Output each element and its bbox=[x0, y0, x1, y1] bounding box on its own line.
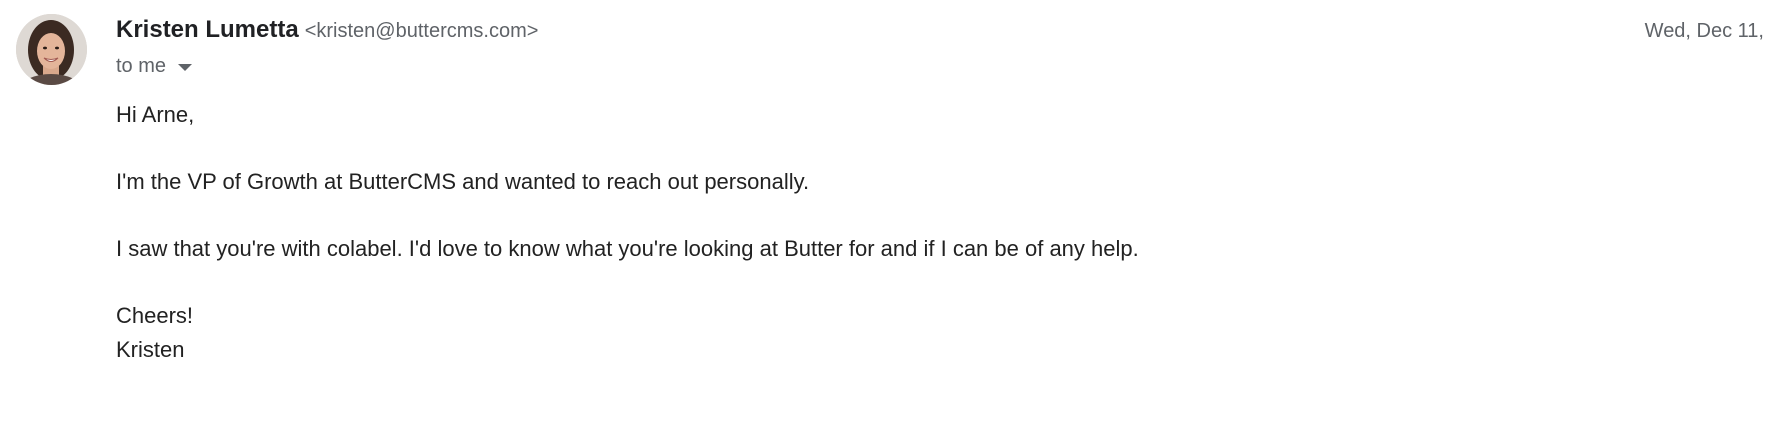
caret-down-icon[interactable] bbox=[178, 64, 193, 71]
message-paragraph-2: I saw that you're with colabel. I'd love… bbox=[116, 236, 1139, 261]
sender-email: <kristen@buttercms.com> bbox=[304, 20, 539, 42]
sender-avatar[interactable] bbox=[16, 14, 87, 85]
message-closing: Cheers! bbox=[116, 303, 194, 328]
recipient-details-toggle[interactable]: to me bbox=[116, 55, 193, 78]
message-signature: Kristen bbox=[116, 337, 185, 362]
message-header: Kristen Lumetta <kristen@buttercms.com> bbox=[116, 16, 538, 48]
message-greeting: Hi Arne, bbox=[116, 102, 195, 127]
message-date[interactable]: Wed, Dec 11, bbox=[1645, 20, 1764, 43]
message-paragraph-1: I'm the VP of Growth at ButterCMS and wa… bbox=[116, 169, 810, 194]
profile-photo-icon bbox=[16, 14, 87, 85]
sender-name[interactable]: Kristen Lumetta bbox=[116, 16, 299, 44]
recipient-label: to me bbox=[116, 55, 167, 77]
